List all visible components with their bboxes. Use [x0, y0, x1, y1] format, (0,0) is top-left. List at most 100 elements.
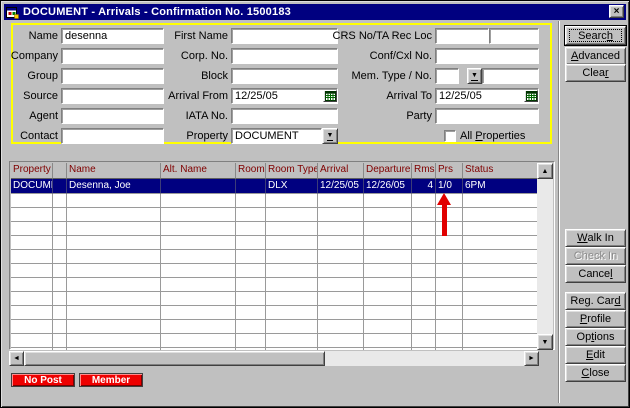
group-input[interactable] — [61, 68, 164, 84]
cell — [161, 236, 236, 250]
cell — [463, 264, 539, 278]
name-input[interactable] — [61, 28, 164, 44]
cell — [67, 320, 161, 334]
crs-label: CRS No/TA Rec Loc — [321, 29, 432, 44]
column-header[interactable]: Alt. Name — [161, 163, 236, 179]
table-row[interactable] — [11, 320, 539, 334]
table-row[interactable] — [11, 292, 539, 306]
all-properties-label: All Properties — [460, 129, 550, 144]
selected-row[interactable]: DOCUMEDesenna, JoeDLX12/25/0512/26/0541/… — [11, 179, 539, 194]
column-header[interactable]: Name — [67, 163, 161, 179]
cell — [161, 264, 236, 278]
close-window-button[interactable]: Close — [565, 364, 626, 382]
scroll-right-icon: ► — [528, 355, 535, 362]
scroll-down-button[interactable]: ▼ — [537, 334, 553, 350]
column-header[interactable]: Property — [11, 163, 53, 179]
cell — [236, 320, 266, 334]
member-badge[interactable]: Member — [79, 373, 143, 387]
arrival-to-label: Arrival To — [321, 89, 432, 104]
arrival-to-calendar-button[interactable] — [524, 90, 538, 102]
column-header[interactable]: Room — [236, 163, 266, 179]
cell — [463, 292, 539, 306]
mem-no-input[interactable] — [482, 68, 539, 84]
edit-button[interactable]: Edit — [565, 346, 626, 364]
cell — [318, 278, 364, 292]
table-row[interactable] — [11, 250, 539, 264]
horizontal-scrollbar[interactable]: ◄ ► — [9, 351, 539, 366]
cell — [67, 264, 161, 278]
party-input[interactable] — [435, 108, 539, 124]
column-header[interactable]: Status — [463, 163, 539, 179]
mem-type-input[interactable] — [435, 68, 459, 84]
window-title: DOCUMENT - Arrivals - Confirmation No. 1… — [23, 6, 291, 18]
table-row[interactable] — [11, 306, 539, 320]
cell — [266, 334, 318, 348]
column-header[interactable]: Rms — [412, 163, 436, 179]
profile-button[interactable]: Profile — [565, 310, 626, 328]
table-row[interactable] — [11, 264, 539, 278]
ta-rec-loc-input[interactable] — [489, 28, 539, 44]
property-input[interactable] — [231, 128, 322, 144]
cell — [463, 320, 539, 334]
cell — [412, 236, 436, 250]
cell — [266, 348, 318, 350]
table-row[interactable] — [11, 236, 539, 250]
cell — [11, 194, 53, 208]
column-header[interactable]: Prs — [436, 163, 463, 179]
source-input[interactable] — [61, 88, 164, 104]
cell — [463, 222, 539, 236]
company-label: Company — [7, 49, 58, 64]
cancel-button[interactable]: Cancel — [565, 265, 626, 283]
cell — [412, 208, 436, 222]
column-header[interactable] — [53, 163, 67, 179]
table-row[interactable] — [11, 278, 539, 292]
scroll-up-button[interactable]: ▲ — [537, 163, 553, 179]
scroll-left-button[interactable]: ◄ — [9, 351, 24, 366]
cell — [436, 278, 463, 292]
cell — [11, 348, 53, 350]
scrollbar-thumb[interactable] — [24, 351, 325, 366]
scroll-right-button[interactable]: ► — [524, 351, 539, 366]
search-button[interactable]: Search — [565, 26, 626, 45]
cell — [412, 306, 436, 320]
cell — [318, 306, 364, 320]
no-post-badge[interactable]: No Post — [11, 373, 75, 387]
cell — [266, 222, 318, 236]
cell — [53, 194, 67, 208]
table-row[interactable] — [11, 208, 539, 222]
walk-in-button[interactable]: Walk In — [565, 229, 626, 247]
close-button[interactable]: × — [609, 5, 624, 18]
property-lov-button[interactable]: ▼ — [322, 128, 338, 144]
table-row[interactable] — [11, 334, 539, 348]
options-button[interactable]: Options — [565, 328, 626, 346]
mem-type-lov-button[interactable]: ▼ — [467, 68, 482, 84]
reg-card-button[interactable]: Reg. Card — [565, 292, 626, 310]
cell — [412, 264, 436, 278]
company-input[interactable] — [61, 48, 164, 64]
all-properties-checkbox[interactable] — [444, 130, 456, 142]
cell — [318, 348, 364, 350]
conf-cxl-input[interactable] — [435, 48, 539, 64]
cell — [11, 306, 53, 320]
agent-input[interactable] — [61, 108, 164, 124]
cell — [161, 194, 236, 208]
contact-label: Contact — [7, 129, 58, 144]
vertical-scrollbar[interactable]: ▲ ▼ — [537, 163, 553, 350]
cell — [67, 348, 161, 350]
column-header[interactable]: Room Type — [266, 163, 318, 179]
arrivals-window: DOCUMENT - Arrivals - Confirmation No. 1… — [0, 0, 630, 408]
arrival-from-label: Arrival From — [157, 89, 228, 104]
table-row[interactable] — [11, 222, 539, 236]
check-in-button[interactable]: Check In — [565, 247, 626, 265]
clear-button[interactable]: Clear — [565, 64, 626, 82]
contact-input[interactable] — [61, 128, 164, 144]
column-header[interactable]: Arrival — [318, 163, 364, 179]
table-row[interactable] — [11, 194, 539, 208]
column-header[interactable]: Departure — [364, 163, 412, 179]
cell — [364, 292, 412, 306]
crs-no-input[interactable] — [435, 28, 489, 44]
cell — [11, 208, 53, 222]
table-row[interactable] — [11, 348, 539, 350]
cell — [463, 194, 539, 208]
advanced-button[interactable]: Advanced — [565, 47, 626, 65]
